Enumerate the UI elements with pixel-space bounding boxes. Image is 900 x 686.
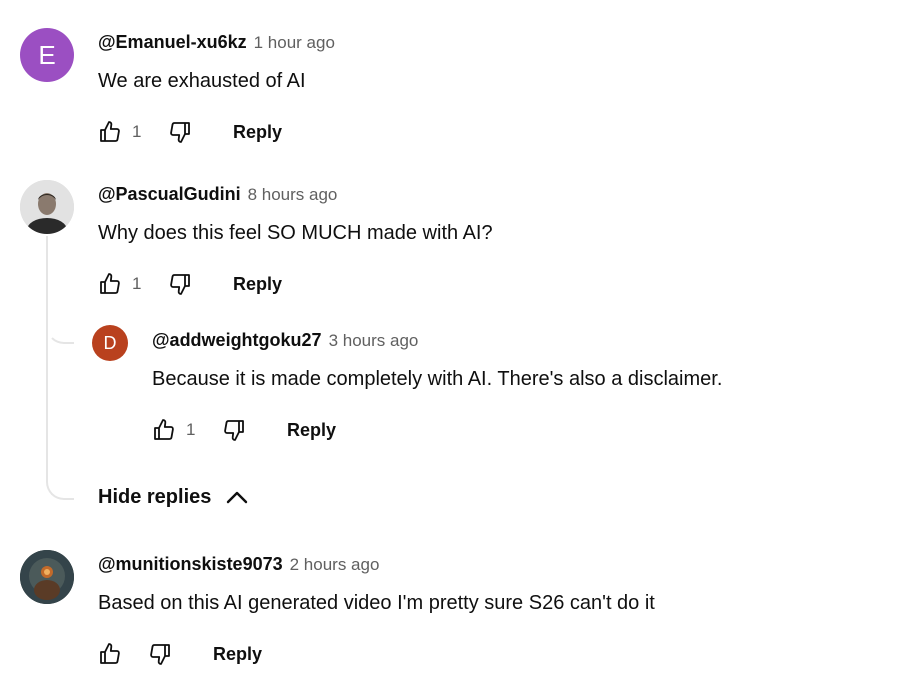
like-count: 1 bbox=[132, 122, 142, 141]
user-photo-icon bbox=[20, 550, 74, 604]
comment-author[interactable]: @Emanuel-xu6kz bbox=[98, 32, 247, 53]
avatar-letter: E bbox=[38, 39, 56, 70]
reply-actions: 1 Reply bbox=[151, 415, 336, 445]
avatar-letter: D bbox=[103, 332, 117, 353]
comment-header: @PascualGudini 8 hours ago bbox=[98, 184, 337, 208]
comment-text: Based on this AI generated video I'm pre… bbox=[98, 592, 655, 614]
like-count: 1 bbox=[186, 420, 196, 439]
chevron-up-icon bbox=[227, 491, 248, 504]
comment-author[interactable]: @PascualGudini bbox=[98, 184, 241, 205]
thumbs-down-icon[interactable] bbox=[167, 271, 193, 297]
avatar[interactable] bbox=[20, 180, 74, 234]
like-count: 1 bbox=[132, 274, 142, 293]
thumbs-down-icon[interactable] bbox=[147, 641, 173, 667]
avatar[interactable]: D bbox=[92, 325, 128, 361]
user-photo-icon bbox=[20, 180, 74, 234]
thumbs-down-icon[interactable] bbox=[167, 119, 193, 145]
thumbs-up-icon[interactable] bbox=[151, 417, 177, 443]
reply-button[interactable]: Reply bbox=[233, 122, 282, 143]
comment-actions: 1 Reply bbox=[97, 269, 282, 299]
comment-author[interactable]: @munitionskiste9073 bbox=[98, 554, 283, 575]
reply-time[interactable]: 3 hours ago bbox=[329, 331, 419, 351]
comment-time[interactable]: 1 hour ago bbox=[254, 33, 335, 53]
hide-replies-button[interactable]: Hide replies bbox=[98, 485, 249, 509]
thumbs-up-icon[interactable] bbox=[97, 271, 123, 297]
comment-header: @munitionskiste9073 2 hours ago bbox=[98, 554, 379, 578]
reply-author[interactable]: @addweightgoku27 bbox=[152, 330, 322, 351]
comment-time[interactable]: 2 hours ago bbox=[290, 555, 380, 575]
avatar[interactable]: E bbox=[20, 28, 74, 82]
thumbs-up-icon[interactable] bbox=[97, 119, 123, 145]
reply-text: Because it is made completely with AI. T… bbox=[152, 368, 723, 390]
comment-time[interactable]: 8 hours ago bbox=[248, 185, 338, 205]
avatar[interactable] bbox=[20, 550, 74, 604]
comment-actions: Reply bbox=[97, 639, 262, 669]
comment-text: Why does this feel SO MUCH made with AI? bbox=[98, 222, 493, 244]
reply-button[interactable]: Reply bbox=[213, 644, 262, 665]
comment-actions: 1 Reply bbox=[97, 117, 282, 147]
reply-button[interactable]: Reply bbox=[287, 420, 336, 441]
comment-text: We are exhausted of AI bbox=[98, 70, 306, 92]
reply-header: @addweightgoku27 3 hours ago bbox=[152, 330, 418, 354]
thumbs-down-icon[interactable] bbox=[221, 417, 247, 443]
comment-header: @Emanuel-xu6kz 1 hour ago bbox=[98, 32, 335, 56]
reply-button[interactable]: Reply bbox=[233, 274, 282, 295]
thread-connector-line bbox=[46, 236, 74, 500]
hide-replies-label: Hide replies bbox=[98, 485, 212, 508]
thumbs-up-icon[interactable] bbox=[97, 641, 123, 667]
